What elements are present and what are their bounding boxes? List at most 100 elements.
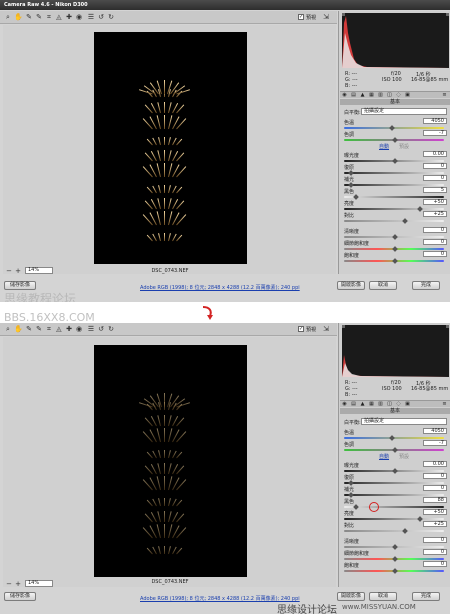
fullscreen-icon[interactable]: ⇲ [322,13,330,21]
slider-value[interactable]: 0 [423,163,447,169]
slider-value[interactable]: +50 [423,199,447,205]
slider-track[interactable] [344,494,444,496]
slider-value[interactable]: 0 [423,561,447,567]
zoom-icon[interactable]: ⌕ [4,325,12,333]
slider-value[interactable]: -7 [423,440,447,446]
crop-icon[interactable]: ⌗ [45,325,53,333]
slider-track[interactable] [344,482,444,484]
open-image-button[interactable]: 開啟影像 [337,281,365,290]
red-eye-icon[interactable]: ◉ [75,325,83,333]
rotate-left-icon[interactable]: ↺ [97,13,105,21]
slider-value[interactable]: -7 [423,130,447,136]
retouch-icon[interactable]: ✚ [65,13,73,21]
slider-value[interactable]: 0 [423,473,447,479]
slider-value[interactable]: 4050 [423,118,447,124]
straighten-icon[interactable]: ◬ [55,325,63,333]
panel-menu-icon[interactable]: ≡ [442,93,447,98]
slider-thumb[interactable] [352,194,359,200]
slider-thumb[interactable] [401,218,408,224]
slider-thumb[interactable] [352,504,359,510]
zoom-out-icon[interactable]: − [5,267,13,275]
save-image-button[interactable]: 儲存影像 [4,592,36,601]
tab-tone-curve-icon[interactable]: ▤ [351,93,356,98]
preferences-icon[interactable]: ☰ [87,325,95,333]
slider-value[interactable]: 0.00 [423,461,447,467]
auto-link[interactable]: 自動 [379,143,389,150]
rotate-right-icon[interactable]: ↻ [107,325,115,333]
slider-value[interactable]: +50 [423,509,447,515]
tab-presets-icon[interactable]: ▣ [405,402,410,407]
color-sampler-icon[interactable]: ✎ [35,325,43,333]
tab-tone-curve-icon[interactable]: ▤ [351,402,356,407]
slider-track[interactable] [344,172,444,174]
tab-hsl-icon[interactable]: ▦ [369,402,374,407]
auto-link[interactable]: 自動 [379,453,389,460]
done-button[interactable]: 完成 [412,592,440,601]
slider-value[interactable]: 0 [423,537,447,543]
preview-checkbox[interactable]: ✓ [298,14,304,20]
red-eye-icon[interactable]: ◉ [75,13,83,21]
cancel-button[interactable]: 取消 [369,592,397,601]
slider-track[interactable] [344,184,444,186]
slider-thumb[interactable] [416,206,423,212]
hand-icon[interactable]: ✋ [14,325,23,333]
slider-value[interactable]: +25 [423,521,447,527]
tab-basic-icon[interactable]: ◉ [342,402,347,407]
white-balance-select[interactable]: 拍攝設定 [361,418,447,425]
slider-track[interactable] [344,530,444,532]
tab-camera-calibration-icon[interactable]: ◌ [396,402,401,407]
eyedropper-icon[interactable]: ✎ [25,13,33,21]
zoom-out-icon[interactable]: − [5,580,13,588]
panel-menu-icon[interactable]: ≡ [442,402,447,407]
rotate-left-icon[interactable]: ↺ [97,325,105,333]
open-image-button[interactable]: 開啟影像 [337,592,365,601]
slider-value[interactable]: 0 [423,251,447,257]
slider-value[interactable]: 0.00 [423,151,447,157]
straighten-icon[interactable]: ◬ [55,13,63,21]
slider-thumb[interactable] [401,528,408,534]
slider-track[interactable] [344,220,444,222]
slider-value[interactable]: 0 [423,227,447,233]
zoom-level-select[interactable]: 14% [25,580,53,587]
slider-value[interactable]: +25 [423,211,447,217]
slider-value[interactable]: 0 [423,239,447,245]
cancel-button[interactable]: 取消 [369,281,397,290]
tab-hsl-icon[interactable]: ▦ [369,93,374,98]
workflow-options-link[interactable]: Adobe RGB (1998); 8 位元; 2848 x 4288 (12.… [140,595,300,602]
white-balance-select[interactable]: 拍攝設定 [361,108,447,115]
tab-camera-calibration-icon[interactable]: ◌ [396,93,401,98]
zoom-in-icon[interactable]: + [14,267,22,275]
slider-track[interactable] [344,518,444,520]
default-link[interactable]: 預設 [399,143,409,150]
slider-value[interactable]: 0 [423,549,447,555]
slider-value[interactable]: 0 [423,175,447,181]
crop-icon[interactable]: ⌗ [45,13,53,21]
tab-lens-icon[interactable]: ◫ [387,402,392,407]
fullscreen-icon[interactable]: ⇲ [322,325,330,333]
preview-checkbox[interactable]: ✓ [298,326,304,332]
slider-thumb[interactable] [416,516,423,522]
tab-split-toning-icon[interactable]: ▥ [378,93,383,98]
eyedropper-icon[interactable]: ✎ [25,325,33,333]
preferences-icon[interactable]: ☰ [87,13,95,21]
default-link[interactable]: 預設 [399,453,409,460]
rotate-right-icon[interactable]: ↻ [107,13,115,21]
slider-track[interactable] [344,208,444,210]
zoom-icon[interactable]: ⌕ [4,13,12,21]
tab-detail-icon[interactable]: ▲ [360,93,365,98]
workflow-options-link[interactable]: Adobe RGB (1998); 8 位元; 2848 x 4288 (12.… [140,284,300,291]
slider-value[interactable]: 5 [423,187,447,193]
hand-icon[interactable]: ✋ [14,13,23,21]
slider-value[interactable]: 4050 [423,428,447,434]
tab-basic-icon[interactable]: ◉ [342,93,347,98]
slider-value[interactable]: 0 [423,485,447,491]
tab-lens-icon[interactable]: ◫ [387,93,392,98]
save-image-button[interactable]: 儲存影像 [4,281,36,290]
color-sampler-icon[interactable]: ✎ [35,13,43,21]
tab-split-toning-icon[interactable]: ▥ [378,402,383,407]
tab-presets-icon[interactable]: ▣ [405,93,410,98]
done-button[interactable]: 完成 [412,281,440,290]
slider-value[interactable]: 88 [423,497,447,503]
zoom-level-select[interactable]: 14% [25,267,53,274]
tab-detail-icon[interactable]: ▲ [360,402,365,407]
